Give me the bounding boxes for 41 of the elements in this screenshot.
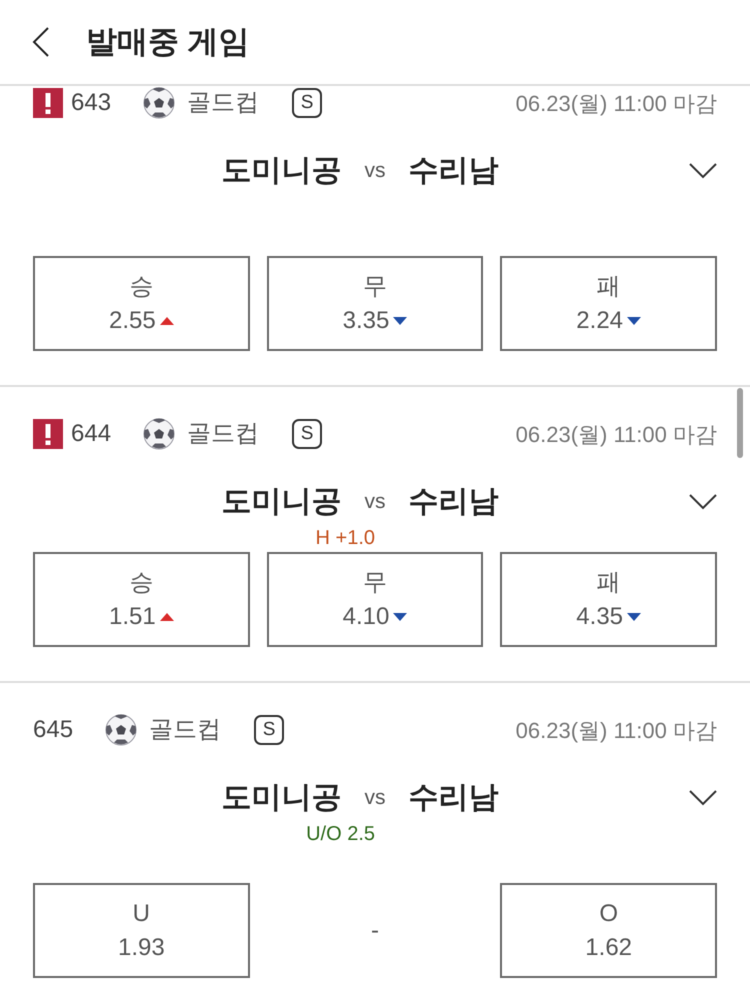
- versus-label: vs: [364, 784, 386, 811]
- handicap-line: H +1.0: [316, 527, 375, 549]
- odds-button[interactable]: 패 4.35: [500, 552, 717, 647]
- no-odds-dash: -: [370, 916, 379, 946]
- deadline: 06.23(월) 11:00 마감: [516, 716, 717, 744]
- odds-button[interactable]: 패 2.24: [500, 256, 717, 351]
- game-number: 644: [71, 419, 112, 449]
- versus-label: vs: [364, 158, 386, 184]
- odds-button[interactable]: U 1.93: [33, 883, 250, 978]
- odds-button[interactable]: 무 4.10: [266, 552, 484, 647]
- away-team: 수리남: [408, 153, 498, 189]
- game-number: 643: [71, 88, 112, 118]
- game-type-badge: S: [292, 88, 322, 118]
- deadline: 06.23(월) 11:00 마감: [516, 420, 717, 448]
- chevron-down-icon[interactable]: [689, 494, 717, 510]
- deadline: 06.23(월) 11:00 마감: [516, 90, 717, 118]
- soccer-ball-icon: [143, 418, 176, 450]
- page-title: 발매중 게임: [86, 22, 250, 61]
- league-name: 골드컵: [187, 88, 260, 118]
- odds-button[interactable]: 승 2.55: [33, 256, 250, 351]
- soccer-ball-icon: [143, 87, 176, 119]
- odds-button[interactable]: 무 3.35: [266, 256, 484, 351]
- back-icon[interactable]: [32, 27, 50, 57]
- league-name: 골드컵: [187, 419, 260, 449]
- game-type-badge: S: [292, 419, 322, 449]
- versus-label: vs: [364, 488, 386, 515]
- odds-button[interactable]: O 1.62: [500, 883, 717, 978]
- league-name: 골드컵: [149, 715, 222, 745]
- home-team: 도미니공: [222, 153, 342, 189]
- chevron-down-icon[interactable]: [689, 162, 717, 178]
- away-team: 수리남: [408, 780, 498, 816]
- home-team: 도미니공: [222, 484, 342, 520]
- away-team: 수리남: [408, 484, 498, 520]
- game-type-badge: S: [254, 715, 284, 745]
- scrollbar-thumb: [737, 388, 743, 458]
- home-team: 도미니공: [222, 780, 342, 816]
- over-under-line: U/O 2.5: [306, 823, 375, 845]
- soccer-ball-icon: [105, 714, 138, 746]
- game-number: 645: [33, 715, 74, 745]
- chevron-down-icon[interactable]: [689, 790, 717, 806]
- odds-button[interactable]: 승 1.51: [33, 552, 250, 647]
